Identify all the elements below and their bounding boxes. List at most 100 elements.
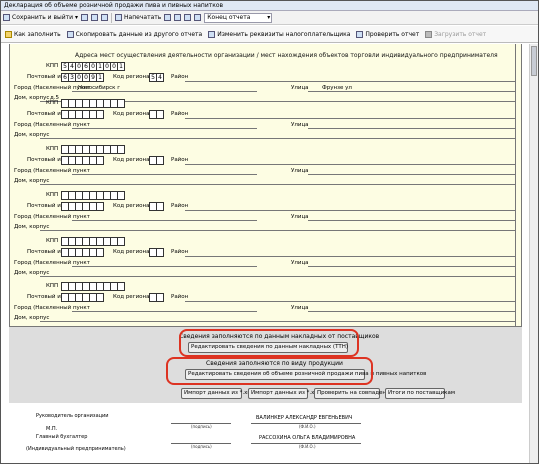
kpp-field[interactable] xyxy=(61,282,125,291)
digit-cell[interactable]: 4 xyxy=(156,73,164,82)
document-icon[interactable] xyxy=(91,14,99,21)
digit-cell[interactable] xyxy=(156,293,164,302)
region-field[interactable]: 54 xyxy=(149,73,164,82)
district-line xyxy=(185,118,515,119)
street-line xyxy=(308,174,515,175)
accountant-name: РАССОХИНА ОЛЬГА ВЛАДИМИРОВНА xyxy=(259,435,356,441)
head-signature-caption: (подпись) xyxy=(191,424,212,429)
postal-field[interactable] xyxy=(61,293,104,302)
region-field[interactable] xyxy=(149,202,164,211)
house-line xyxy=(40,184,515,185)
digit-cell[interactable] xyxy=(156,156,164,165)
digit-cell[interactable] xyxy=(117,191,125,200)
digit-cell[interactable]: 1 xyxy=(96,73,104,82)
check-match-button[interactable]: Проверить на совпадение xyxy=(314,388,393,399)
street-label: Улица xyxy=(291,122,309,128)
postal-field[interactable] xyxy=(61,156,104,165)
digit-cell[interactable] xyxy=(156,248,164,257)
check-report-button[interactable]: Проверить отчет xyxy=(356,30,419,38)
navigation-select[interactable]: Конец отчета xyxy=(204,12,273,23)
print-button[interactable]: Напечатать xyxy=(115,14,161,21)
vertical-scrollbar[interactable] xyxy=(529,44,538,463)
street-line xyxy=(308,266,515,267)
region-label: Код региона xyxy=(113,294,150,300)
city-line xyxy=(72,91,257,92)
digit-cell[interactable] xyxy=(96,293,104,302)
postal-field[interactable] xyxy=(61,248,104,257)
digit-cell[interactable] xyxy=(96,156,104,165)
zoom-icon[interactable] xyxy=(164,14,172,21)
region-field[interactable] xyxy=(149,293,164,302)
kpp-field[interactable] xyxy=(61,237,125,246)
kpp-label: КПП xyxy=(46,238,59,244)
help-icon xyxy=(5,30,12,38)
address-header: Адреса мест осуществления деятельности о… xyxy=(75,52,498,59)
region-field[interactable] xyxy=(149,156,164,165)
postal-field[interactable]: 630091 xyxy=(61,73,104,82)
head-fio-caption: (Ф.И.О.) xyxy=(299,424,316,429)
street-label: Улица xyxy=(291,168,309,174)
upload-icon xyxy=(425,30,433,38)
kpp-field[interactable] xyxy=(61,99,125,108)
kpp-label: КПП xyxy=(46,100,59,106)
arrow-up-icon[interactable] xyxy=(184,14,192,21)
kpp-label: КПП xyxy=(46,146,59,152)
accountant-fio-caption: (Ф.И.О.) xyxy=(299,444,316,449)
find-icon[interactable] xyxy=(174,14,182,21)
kpp-field[interactable]: 540601001 xyxy=(61,62,125,71)
submit-report-button[interactable]: Загрузить отчет xyxy=(425,30,486,38)
digit-cell[interactable]: 1 xyxy=(117,62,125,71)
kpp-label: КПП xyxy=(46,63,59,69)
kpp-label: КПП xyxy=(46,192,59,198)
app-window: Декларация об объеме розничной продажи п… xyxy=(0,0,539,464)
region-field[interactable] xyxy=(149,248,164,257)
digit-cell[interactable] xyxy=(117,99,125,108)
district-line xyxy=(185,256,515,257)
district-line xyxy=(185,210,515,211)
form-right-border xyxy=(515,44,516,327)
lower-panel: Сведения заполняются по данным накладных… xyxy=(9,327,522,403)
kpp-field[interactable] xyxy=(61,145,125,154)
scroll-thumb[interactable] xyxy=(531,46,537,76)
arrow-down-icon[interactable] xyxy=(194,14,202,21)
digit-cell[interactable] xyxy=(96,248,104,257)
dropdown-icon[interactable] xyxy=(101,14,109,21)
check-icon xyxy=(356,30,364,38)
import-xls-button[interactable]: Импорт данных из *.xls xyxy=(248,388,319,399)
district-line xyxy=(185,301,515,302)
highlight-oval-1 xyxy=(179,329,359,357)
floppy-icon[interactable] xyxy=(81,14,89,21)
city-line xyxy=(72,174,257,175)
how-to-fill-button[interactable]: Как заполнить xyxy=(5,30,61,38)
action-toolbar: Как заполнить Скопировать данные из друг… xyxy=(1,26,538,43)
district-line xyxy=(185,164,515,165)
digit-cell[interactable] xyxy=(117,282,125,291)
postal-field[interactable] xyxy=(61,110,104,119)
copy-data-button[interactable]: Скопировать данные из другого отчета xyxy=(66,30,202,38)
district-label: Район xyxy=(171,294,189,300)
import-xml-button[interactable]: Импорт данных из *.xml xyxy=(181,388,254,399)
digit-cell[interactable] xyxy=(156,202,164,211)
highlight-oval-2 xyxy=(166,357,373,385)
main-toolbar: Сохранить и выйти ▾ Напечатать Конец отче… xyxy=(1,11,538,25)
street-line xyxy=(308,91,515,92)
change-requisites-button[interactable]: Изменить реквизиты налогоплательщика xyxy=(208,30,350,38)
district-line xyxy=(185,81,515,82)
region-label: Код региона xyxy=(113,74,150,80)
save-exit-button[interactable]: Сохранить и выйти ▾ xyxy=(3,14,78,21)
separator xyxy=(111,12,113,23)
region-field[interactable] xyxy=(149,110,164,119)
kpp-field[interactable] xyxy=(61,191,125,200)
digit-cell[interactable] xyxy=(156,110,164,119)
digit-cell[interactable] xyxy=(96,110,104,119)
district-label: Район xyxy=(171,203,189,209)
street-label: Улица xyxy=(291,85,309,91)
digit-cell[interactable] xyxy=(117,145,125,154)
digit-cell[interactable] xyxy=(117,237,125,246)
postal-field[interactable] xyxy=(61,202,104,211)
accountant-label: Главный бухгалтер xyxy=(36,434,88,440)
supplier-totals-button[interactable]: Итоги по поставщикам xyxy=(385,388,455,399)
region-label: Код региона xyxy=(113,157,150,163)
digit-cell[interactable] xyxy=(96,202,104,211)
house-line xyxy=(40,276,515,277)
